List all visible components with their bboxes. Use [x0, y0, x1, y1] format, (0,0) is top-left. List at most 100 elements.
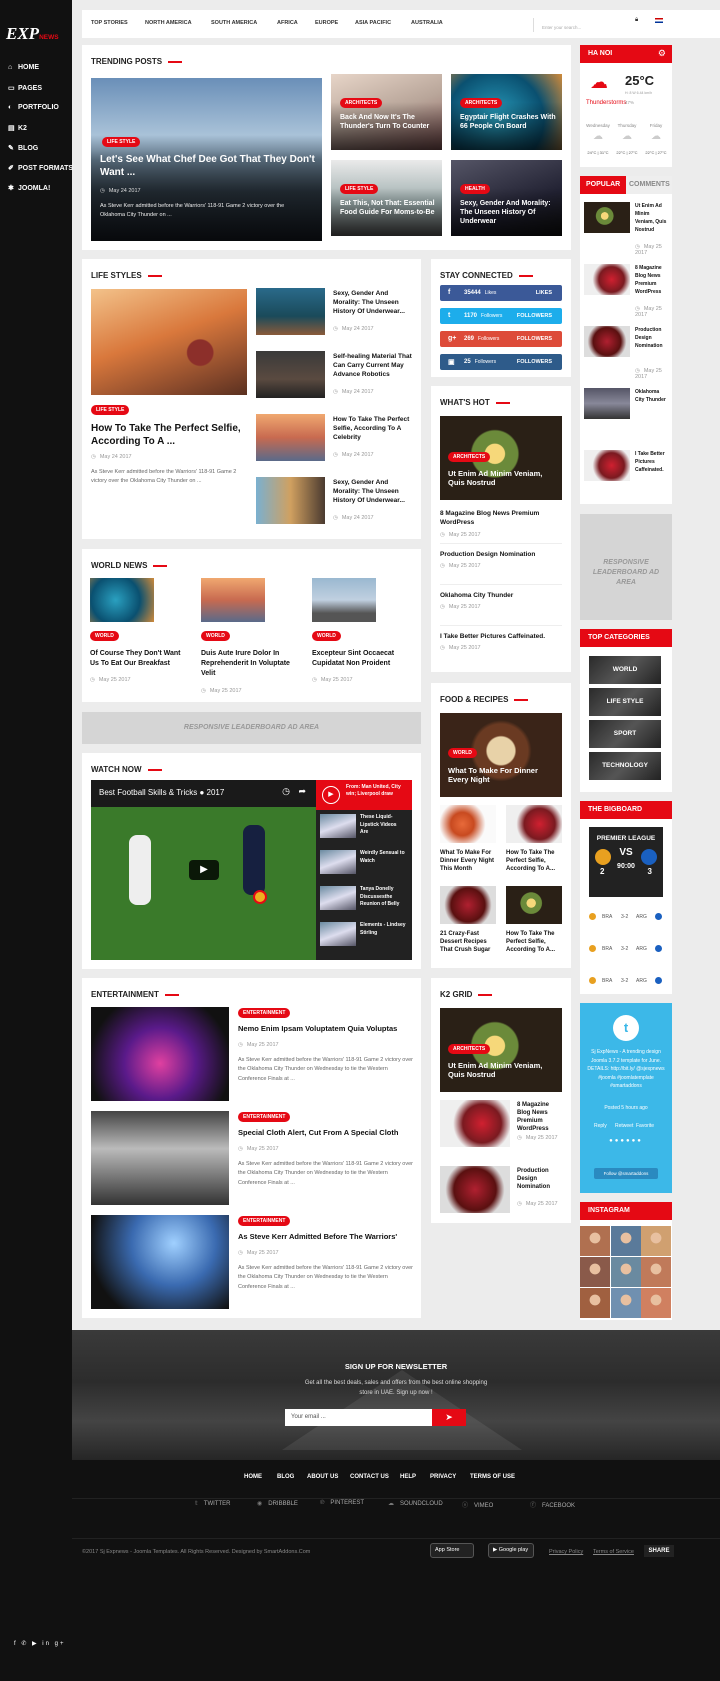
- topnav-item[interactable]: SOUTH AMERICA: [211, 20, 257, 26]
- trending-card-tag[interactable]: ARCHITECTS: [460, 98, 503, 108]
- trending-card-tag[interactable]: LIFE STYLE: [340, 184, 379, 194]
- tweet-action-reply[interactable]: Reply: [594, 1123, 607, 1129]
- instagram-thumb[interactable]: [641, 1257, 672, 1287]
- trending-card-headline[interactable]: Eat This, Not That: Essential Food Guide…: [340, 200, 440, 218]
- food-item-title[interactable]: What To Make For Dinner Every Night This…: [440, 849, 498, 873]
- whatshot-item-title[interactable]: Production Design Nomination: [440, 551, 560, 560]
- video-player[interactable]: Best Football Skills & Tricks ● 2017 ◷ ➦…: [91, 780, 316, 960]
- footer-link[interactable]: PRIVACY: [430, 1474, 456, 1480]
- instagram-thumb[interactable]: [610, 1288, 641, 1318]
- world-item-tag[interactable]: WORLD: [312, 631, 341, 641]
- sidebar-social-icons[interactable]: f ✆ ▶ in g+: [14, 1640, 66, 1647]
- leaderboard-ad[interactable]: RESPONSIVE LEADERBOARD AD AREA: [82, 712, 421, 744]
- privacy-link[interactable]: Privacy Policy: [549, 1549, 583, 1555]
- whatshot-item-title[interactable]: I Take Better Pictures Caffeinated.: [440, 633, 560, 642]
- play-button[interactable]: ▶: [189, 860, 219, 880]
- whatshot-main-tag[interactable]: ARCHITECTS: [448, 452, 491, 462]
- topnav-item[interactable]: EUROPE: [315, 20, 338, 26]
- logo[interactable]: EXPNEWS: [6, 24, 68, 46]
- social-button[interactable]: f 35444 Likes LIKES: [440, 285, 562, 301]
- lifestyles-item-headline[interactable]: Sexy, Gender And Morality: The Unseen Hi…: [333, 289, 413, 316]
- world-item-tag[interactable]: WORLD: [201, 631, 230, 641]
- k2-item-title[interactable]: Production Design Nomination: [517, 1167, 563, 1191]
- lifestyles-item-image[interactable]: [256, 288, 325, 335]
- world-item-headline[interactable]: Of Course They Don't Want Us To Eat Our …: [90, 649, 190, 669]
- food-item-title[interactable]: 21 Crazy-Fast Dessert Recipes That Crush…: [440, 930, 498, 954]
- topnav-item[interactable]: ASIA PACIFIC: [355, 20, 391, 26]
- entertainment-item-tag[interactable]: ENTERTAINMENT: [238, 1216, 291, 1226]
- playlist-item-title[interactable]: Elements - Lindsey Stirling: [360, 922, 406, 937]
- instagram-thumb[interactable]: [641, 1288, 672, 1318]
- tweet-action-favorite[interactable]: Favorite: [636, 1123, 654, 1129]
- food-item-image[interactable]: [440, 805, 496, 843]
- entertainment-item-image[interactable]: [91, 1215, 229, 1309]
- entertainment-item-headline[interactable]: As Steve Kerr Admitted Before The Warrio…: [238, 1232, 413, 1243]
- footer-link[interactable]: ABOUT US: [307, 1474, 338, 1480]
- terms-link[interactable]: Terms of Service: [593, 1549, 634, 1555]
- whatshot-main-headline[interactable]: Ut Enim Ad Minim Veniam, Quis Nostrud: [448, 469, 558, 488]
- trending-card-tag[interactable]: ARCHITECTS: [340, 98, 383, 108]
- category-button[interactable]: SPORT: [589, 720, 661, 748]
- flag-icon[interactable]: [655, 18, 663, 23]
- world-item-headline[interactable]: Excepteur Sint Occaecat Cupidatat Non Pr…: [312, 649, 412, 669]
- footer-link[interactable]: TERMS OF USE: [470, 1474, 515, 1480]
- clock-icon[interactable]: ◷: [282, 786, 290, 797]
- popular-item-title[interactable]: 8 Magazine Blog News Premium WordPress: [635, 264, 669, 296]
- trending-card-tag[interactable]: HEALTH: [460, 184, 490, 194]
- popular-item-title[interactable]: Ut Enim Ad Minim Veniam, Quis Nostrud: [635, 202, 669, 234]
- social-button[interactable]: ▣ 25 Followers FOLLOWERS: [440, 354, 562, 370]
- playlist-thumb[interactable]: [320, 850, 356, 874]
- popular-item-image[interactable]: [584, 388, 630, 419]
- entertainment-item-tag[interactable]: ENTERTAINMENT: [238, 1112, 291, 1122]
- tab-comments[interactable]: COMMENTS: [626, 176, 672, 194]
- footer-social-twitter[interactable]: 𝕥 TWITTER: [195, 1500, 230, 1507]
- social-button[interactable]: g+ 269 Followers FOLLOWERS: [440, 331, 562, 347]
- playlist-item-title[interactable]: Weirdly Sensual to Watch: [360, 850, 406, 865]
- trending-card-image[interactable]: [451, 74, 562, 150]
- footer-social-pinterest[interactable]: ℗ PINTEREST: [320, 1500, 364, 1506]
- footer-link[interactable]: BLOG: [277, 1474, 294, 1480]
- food-item-title[interactable]: How To Take The Perfect Selfie, Accordin…: [506, 849, 564, 873]
- instagram-thumb[interactable]: [641, 1226, 672, 1256]
- googleplay-button[interactable]: ▶ Google play: [488, 1543, 534, 1558]
- k2-main-headline[interactable]: Ut Enim Ad Minim Veniam, Quis Nostrud: [448, 1061, 558, 1080]
- playlist-header[interactable]: ▶ From: Man United, City win; Liverpool …: [316, 780, 412, 810]
- trending-card-image[interactable]: [331, 74, 442, 150]
- lifestyles-item-headline[interactable]: Self-healing Material That Can Carry Cur…: [333, 352, 413, 379]
- k2-main-tag[interactable]: ARCHITECTS: [448, 1044, 491, 1054]
- lifestyles-item-headline[interactable]: How To Take The Perfect Selfie, Accordin…: [333, 415, 413, 442]
- instagram-thumb[interactable]: [580, 1226, 610, 1256]
- entertainment-item-image[interactable]: [91, 1007, 229, 1101]
- entertainment-item-tag[interactable]: ENTERTAINMENT: [238, 1008, 291, 1018]
- world-item-image[interactable]: [90, 578, 154, 622]
- lifestyles-main-image[interactable]: [91, 289, 247, 395]
- footer-social-soundcloud[interactable]: ☁ SOUNDCLOUD: [388, 1500, 443, 1507]
- world-item-image[interactable]: [201, 578, 265, 622]
- trending-card-headline[interactable]: Back And Now It's The Thunder's Turn To …: [340, 114, 440, 132]
- trending-card-headline[interactable]: Egyptair Flight Crashes With 66 People O…: [460, 114, 560, 132]
- sidebar-item[interactable]: ✎ BLOG: [8, 144, 38, 152]
- k2-item-image[interactable]: [440, 1100, 510, 1147]
- trending-card-headline[interactable]: Sexy, Gender And Morality: The Unseen Hi…: [460, 200, 560, 226]
- popular-item-image[interactable]: [584, 264, 630, 295]
- popular-item-image[interactable]: [584, 202, 630, 233]
- entertainment-item-headline[interactable]: Special Cloth Alert, Cut From A Special …: [238, 1128, 413, 1139]
- k2-item-image[interactable]: [440, 1166, 510, 1213]
- lifestyles-item-image[interactable]: [256, 477, 325, 524]
- lifestyles-item-image[interactable]: [256, 414, 325, 461]
- topnav-item[interactable]: AUSTRALIA: [411, 20, 443, 26]
- trending-main-headline[interactable]: Let's See What Chef Dee Got That They Do…: [100, 154, 315, 179]
- instagram-thumb[interactable]: [580, 1288, 610, 1318]
- share-button[interactable]: SHARE: [644, 1545, 674, 1557]
- playlist-thumb[interactable]: [320, 886, 356, 910]
- category-button[interactable]: LIFE STYLE: [589, 688, 661, 716]
- tweet-action-retweet[interactable]: Retweet: [615, 1123, 633, 1129]
- playlist-item-title[interactable]: Tanya Donelly Discussesthe Reunion of Be…: [360, 886, 406, 909]
- category-button[interactable]: TECHNOLOGY: [589, 752, 661, 780]
- tab-popular[interactable]: POPULAR: [580, 176, 626, 194]
- popular-item-title[interactable]: Production Design Nomination: [635, 326, 669, 350]
- topnav-item[interactable]: NORTH AMERICA: [145, 20, 192, 26]
- footer-link[interactable]: CONTACT US: [350, 1474, 389, 1480]
- footer-link[interactable]: HELP: [400, 1474, 416, 1480]
- food-main-headline[interactable]: What To Make For Dinner Every Night: [448, 766, 558, 785]
